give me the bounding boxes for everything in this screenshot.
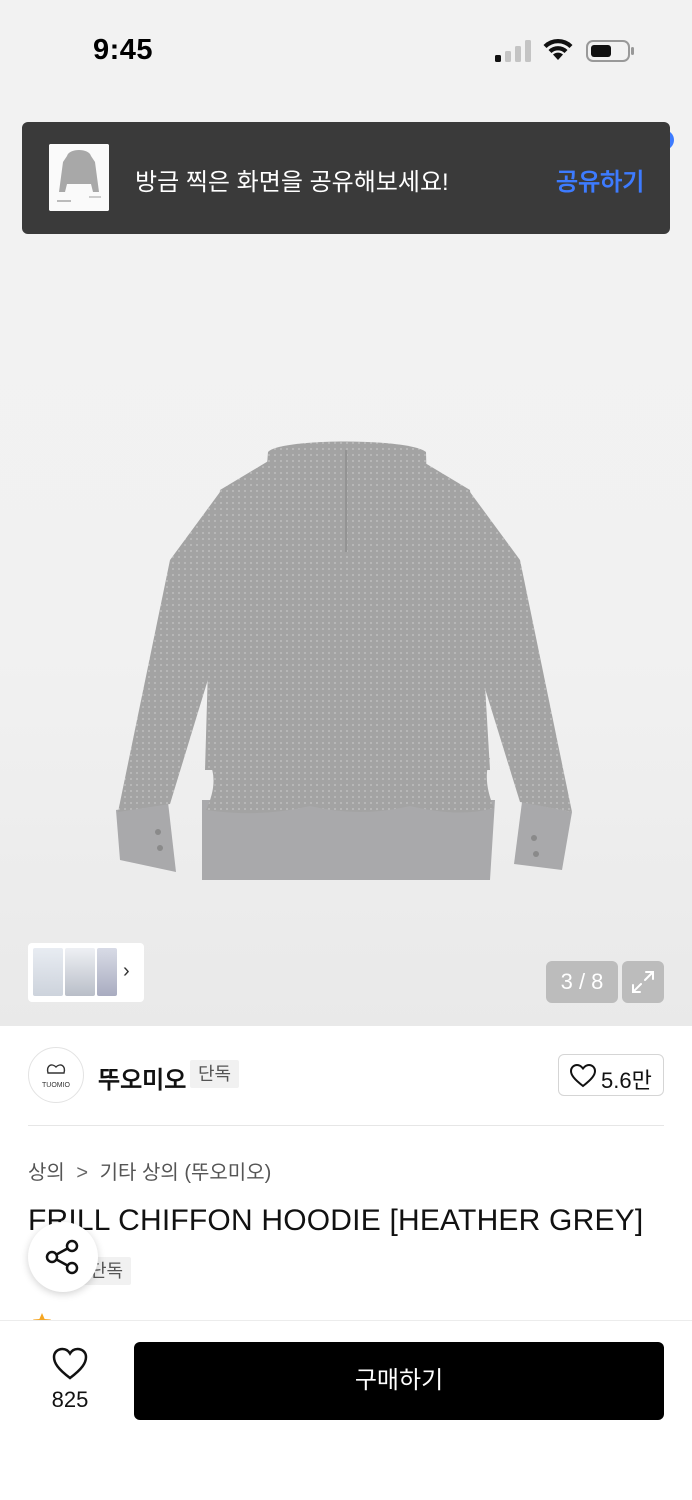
brand-logo[interactable]: TUOMIO — [28, 1047, 84, 1103]
breadcrumb-subcategory[interactable]: 기타 상의 (뚜오미오) — [100, 1156, 272, 1185]
buy-button[interactable]: 구매하기 — [134, 1342, 664, 1420]
divider — [28, 1125, 664, 1126]
thumbnail-image[interactable] — [97, 948, 117, 996]
breadcrumb: 상의 > 기타 상의 (뚜오미오) — [28, 1156, 271, 1185]
brand-like-button[interactable]: 5.6만 — [558, 1054, 664, 1096]
bottom-action-bar: 825 구매하기 — [0, 1320, 692, 1500]
wishlist-heart-icon[interactable] — [52, 1347, 88, 1381]
brand-name[interactable]: 뚜오미오 — [98, 1060, 186, 1095]
share-now-button[interactable]: 공유하기 — [556, 162, 644, 197]
expand-button[interactable] — [622, 961, 664, 1003]
star-icon — [33, 1313, 51, 1320]
brand-logo-icon — [46, 1064, 66, 1074]
heart-icon — [570, 1064, 596, 1088]
wishlist-count: 825 — [51, 1387, 89, 1412]
exclusive-badge: 단독 — [190, 1060, 240, 1088]
cellular-signal-icon — [495, 40, 531, 62]
status-bar: 9:45 — [0, 0, 692, 100]
thumbnail-image[interactable] — [33, 948, 63, 996]
breadcrumb-category[interactable]: 상의 — [28, 1156, 65, 1185]
product-title: FRILL CHIFFON HOODIE [HEATHER GREY] — [28, 1204, 644, 1237]
screenshot-thumbnail[interactable] — [49, 144, 109, 211]
brand-logo-text: TUOMIO — [42, 1082, 70, 1089]
thumbnail-strip[interactable]: › — [28, 943, 144, 1002]
brand-row: TUOMIO 뚜오미오 단독 5.6만 — [0, 1026, 692, 1126]
share-button[interactable] — [28, 1222, 98, 1292]
image-counter: 3 / 8 — [546, 961, 618, 1003]
battery-icon — [586, 40, 634, 62]
status-time: 9:45 — [93, 34, 154, 66]
brand-like-count: 5.6만 — [601, 1068, 652, 1093]
product-photo — [116, 441, 572, 880]
wifi-icon — [543, 38, 573, 60]
share-toast[interactable]: 방금 찍은 화면을 공유해보세요! 공유하기 — [22, 122, 670, 234]
chevron-right-icon[interactable]: › — [123, 960, 130, 983]
toast-message: 방금 찍은 화면을 공유해보세요! — [135, 169, 449, 196]
share-icon — [45, 1239, 79, 1275]
product-image-gallery[interactable]: › 3 / 8 — [0, 100, 692, 1026]
rating-row-clipped — [32, 1312, 202, 1320]
thumbnail-image[interactable] — [65, 948, 95, 996]
chevron-right-icon: > — [76, 1162, 89, 1184]
expand-icon — [632, 971, 654, 993]
screenshot-preview-icon — [49, 144, 109, 211]
